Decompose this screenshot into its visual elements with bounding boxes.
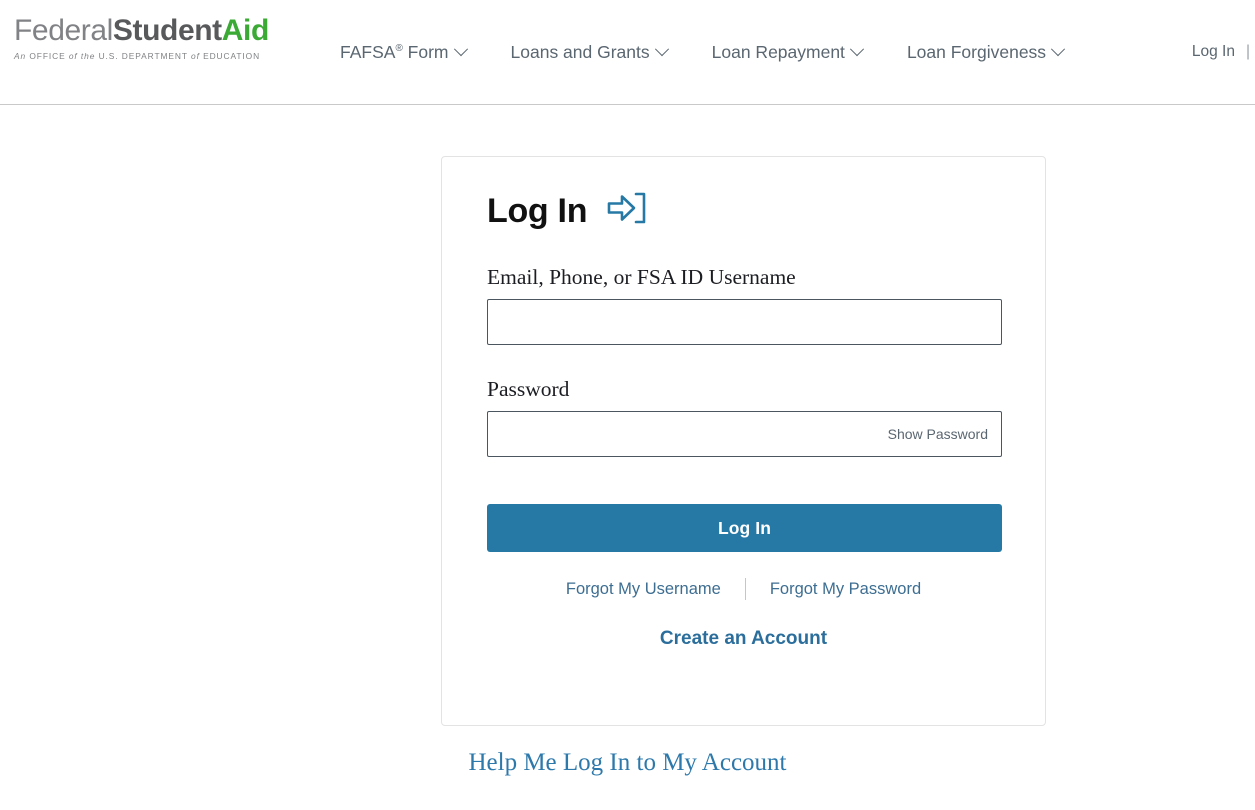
tagline-office: OFFICE [29, 51, 66, 61]
forgot-password-link[interactable]: Forgot My Password [746, 580, 945, 599]
forgot-username-link[interactable]: Forgot My Username [542, 580, 745, 599]
nav-label-loan-forgiveness: Loan Forgiveness [906, 41, 1047, 62]
username-input[interactable] [487, 299, 1002, 345]
chevron-down-icon [1050, 42, 1066, 57]
forgot-links-row: Forgot My Username Forgot My Password [487, 578, 1000, 600]
username-field-group: Email, Phone, or FSA ID Username [487, 264, 1002, 345]
show-password-toggle[interactable]: Show Password [888, 426, 988, 442]
logo-word-aid: Aid [221, 14, 270, 47]
chevron-down-icon [453, 42, 468, 57]
tagline-of: of [191, 51, 200, 61]
login-card: Log In Email, Phone, or FSA ID Username … [441, 156, 1046, 726]
nav-item-loan-forgiveness[interactable]: Loan Forgiveness [907, 36, 1083, 69]
login-arrow-icon [607, 191, 647, 230]
help-me-log-in-link[interactable]: Help Me Log In to My Account [0, 749, 1255, 777]
username-label: Email, Phone, or FSA ID Username [487, 265, 796, 289]
federal-student-aid-logo[interactable]: FederalStudentAid An OFFICE of the U.S. … [14, 14, 276, 61]
header-log-in-link[interactable]: Log In [1190, 39, 1237, 65]
tagline-department: U.S. DEPARTMENT [98, 51, 188, 61]
main-content: Log In Email, Phone, or FSA ID Username … [0, 105, 1255, 810]
nav-item-fafsa-form[interactable]: FAFSA® Form [340, 36, 486, 69]
tagline-an: An [14, 51, 27, 61]
site-header: FederalStudentAid An OFFICE of the U.S. … [0, 0, 1255, 105]
nav-item-loans-and-grants[interactable]: Loans and Grants [511, 36, 687, 69]
password-label: Password [487, 377, 570, 401]
create-account-link[interactable]: Create an Account [487, 628, 1000, 650]
registered-trademark-icon: ® [395, 42, 403, 54]
logo-word-student: Student [112, 14, 222, 47]
chevron-down-icon [654, 42, 669, 57]
chevron-down-icon [849, 42, 865, 57]
tagline-of-the: of the [68, 51, 96, 61]
logo-tagline: An OFFICE of the U.S. DEPARTMENT of EDUC… [14, 51, 276, 61]
password-field-group: Password Show Password [487, 376, 1002, 457]
primary-navigation: FAFSA® Form Loans and Grants Loan Repaym… [340, 0, 1083, 104]
nav-label-fafsa: FAFSA® Form [340, 41, 449, 62]
page-title: Log In [487, 191, 588, 230]
logo-word-federal: Federal [14, 14, 113, 47]
header-link-separator: | [1245, 43, 1250, 60]
nav-label-loans-and-grants: Loans and Grants [510, 41, 650, 62]
tagline-education: EDUCATION [203, 51, 261, 61]
nav-item-loan-repayment[interactable]: Loan Repayment [712, 36, 882, 69]
password-input-wrapper: Show Password [487, 411, 1002, 457]
logo-wordmark: FederalStudentAid [14, 14, 276, 48]
header-utility-links: Log In | [1190, 0, 1255, 104]
nav-label-loan-repayment: Loan Repayment [711, 41, 845, 62]
login-card-header: Log In [487, 191, 1000, 230]
log-in-button[interactable]: Log In [487, 504, 1002, 552]
